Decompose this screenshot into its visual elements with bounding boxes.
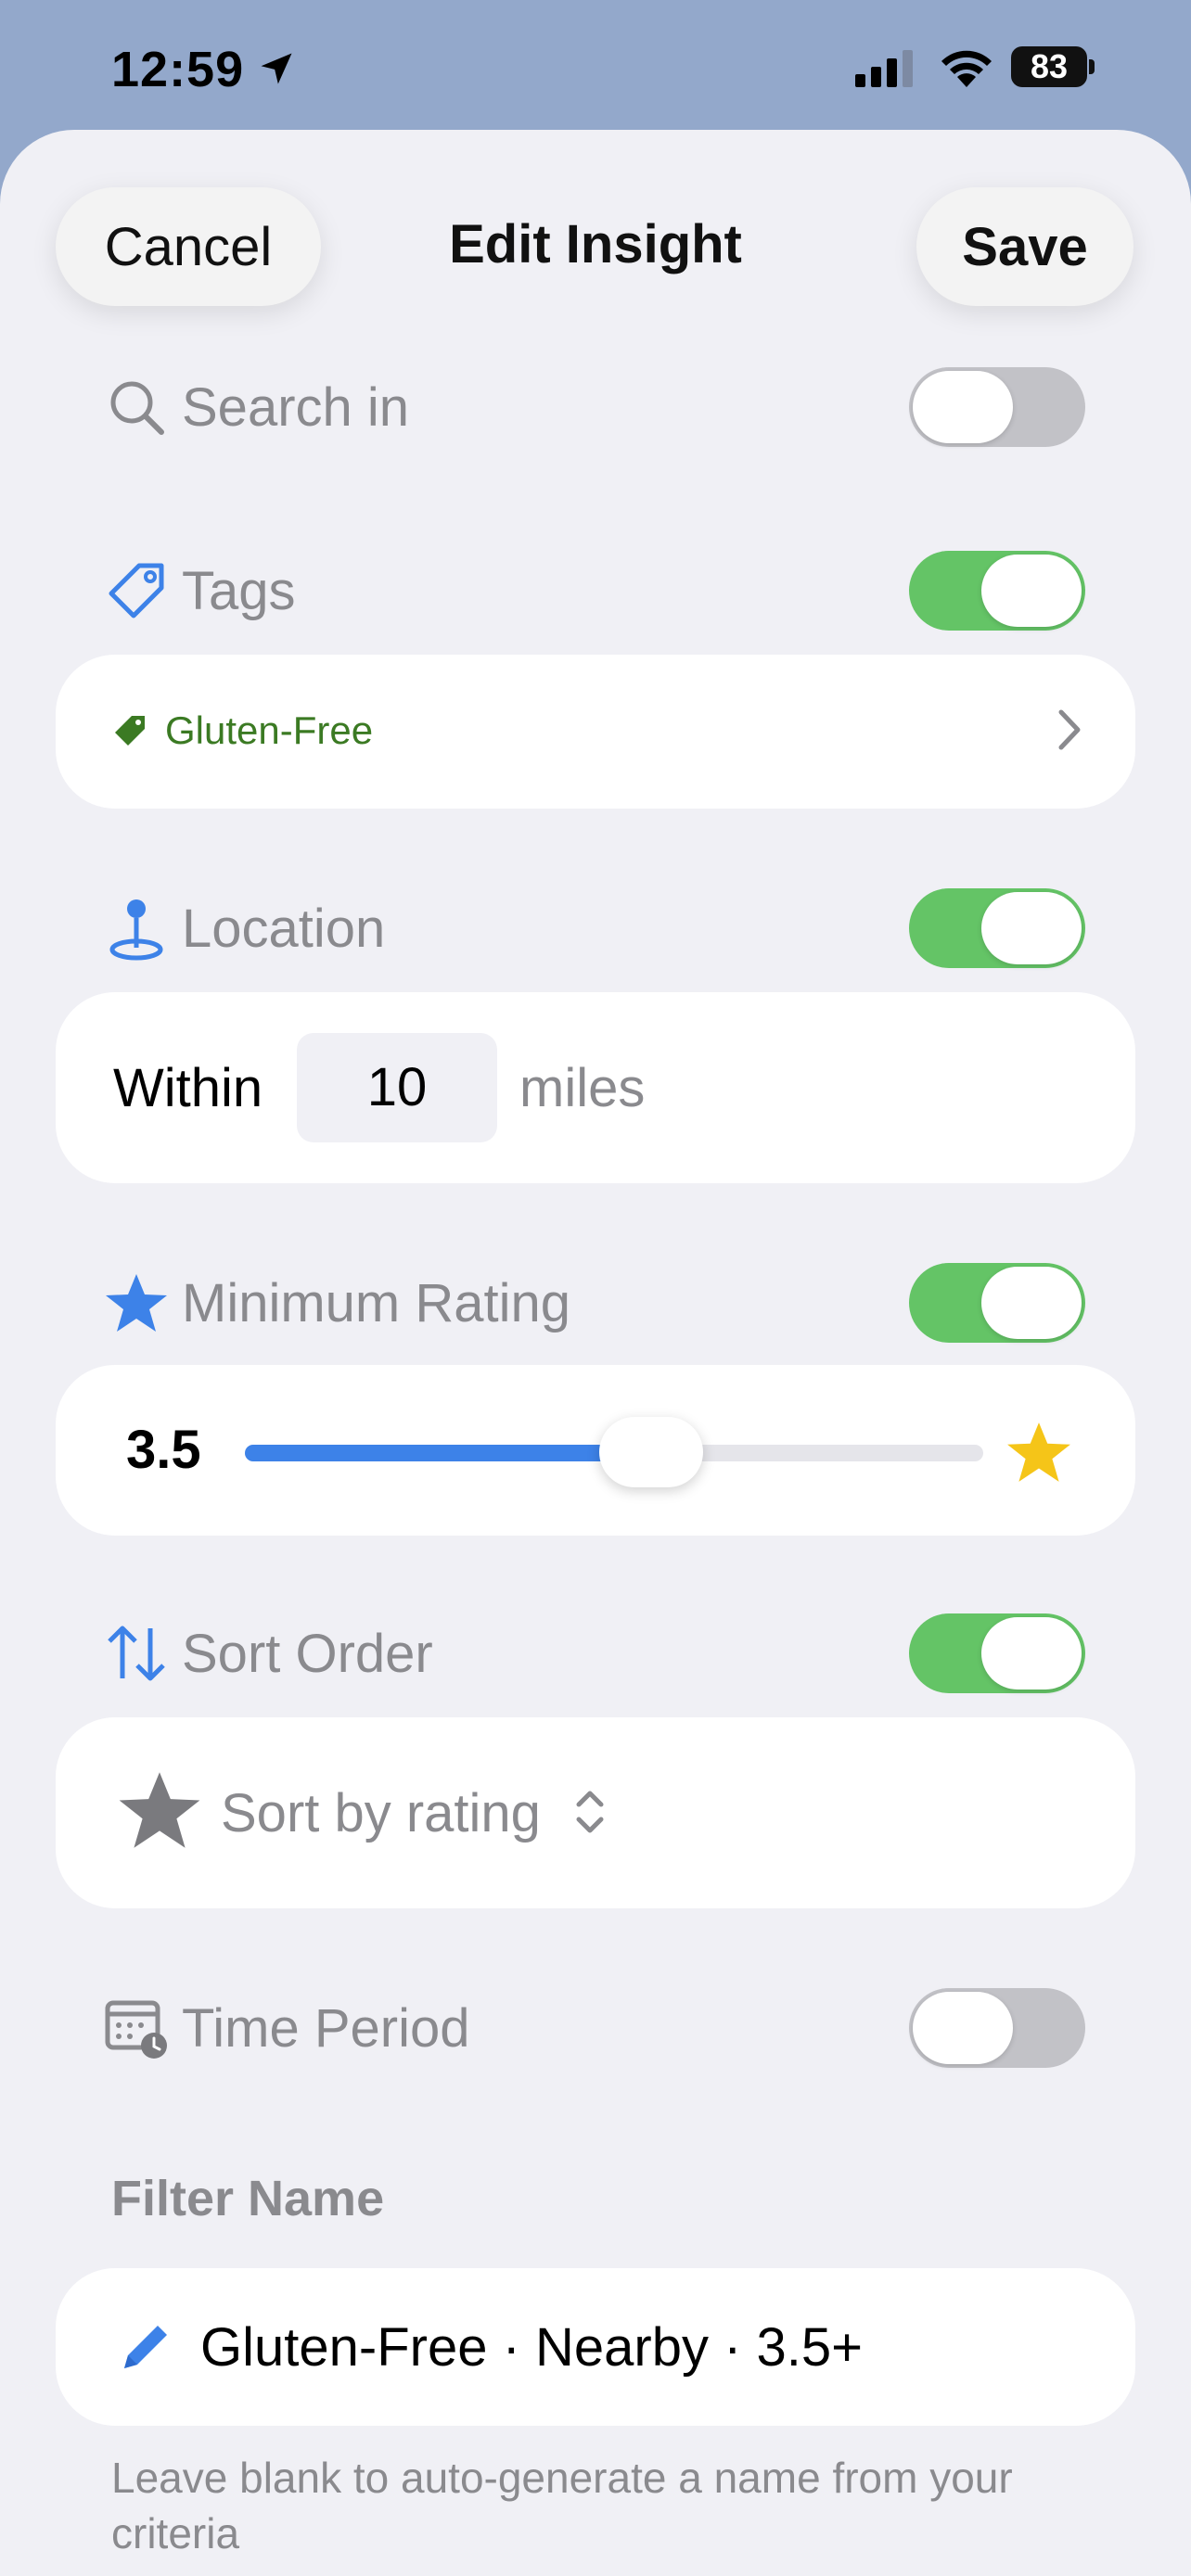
location-arrow-icon [261, 53, 292, 84]
filter-name-heading: Filter Name [111, 2171, 385, 2226]
sort-order-label: Sort Order [182, 1624, 433, 1684]
sort-arrows-icon [108, 1626, 165, 1681]
tags-row: Tags [0, 547, 1191, 631]
chevron-right-icon [1058, 709, 1081, 750]
star-gray-icon [119, 1772, 200, 1848]
location-label: Location [182, 899, 386, 959]
tag-icon [109, 563, 164, 618]
location-row: Location [0, 885, 1191, 968]
rating-card: 3.5 [56, 1365, 1135, 1536]
minimum-rating-row: Minimum Rating [0, 1259, 1191, 1343]
minimum-rating-toggle[interactable] [909, 1263, 1085, 1343]
rating-slider-fill [245, 1445, 651, 1461]
status-time: 12:59 [111, 42, 245, 97]
filter-name-value: Gluten-Free · Nearby · 3.5+ [200, 2317, 864, 2378]
location-pin-icon [109, 899, 163, 961]
status-bar: 12:59 83 [0, 0, 1191, 130]
sort-option-label: Sort by rating [221, 1783, 541, 1843]
time-period-label: Time Period [182, 1998, 470, 2059]
time-period-row: Time Period [0, 1984, 1191, 2068]
rating-value: 3.5 [126, 1420, 201, 1480]
wifi-icon [941, 50, 992, 87]
minimum-rating-label: Minimum Rating [182, 1273, 570, 1333]
tags-label: Tags [182, 561, 296, 621]
search-in-row: Search in [0, 363, 1191, 447]
edit-insight-sheet: Cancel Edit Insight Save Search in Tags … [0, 130, 1191, 2576]
search-in-label: Search in [182, 377, 410, 438]
search-in-toggle[interactable] [909, 367, 1085, 447]
filter-name-field[interactable]: Gluten-Free · Nearby · 3.5+ [56, 2268, 1135, 2426]
distance-field[interactable]: 10 [297, 1033, 497, 1142]
location-card: Within 10 miles [56, 992, 1135, 1183]
battery-level: 83 [1030, 47, 1069, 85]
star-icon [106, 1274, 167, 1332]
search-icon [110, 381, 164, 435]
battery-icon: 83 [1011, 46, 1096, 87]
pencil-icon [124, 2326, 167, 2368]
rating-slider-thumb[interactable] [598, 1417, 703, 1487]
within-label: Within [113, 1058, 263, 1118]
sort-order-toggle[interactable] [909, 1613, 1085, 1693]
save-button[interactable]: Save [916, 187, 1133, 306]
tag-filled-icon [115, 716, 145, 746]
filter-name-hint: Leave blank to auto-generate a name from… [111, 2454, 1013, 2557]
sort-picker[interactable]: Sort by rating [56, 1717, 1135, 1908]
sort-order-row: Sort Order [0, 1610, 1191, 1693]
cellular-signal-icon [855, 50, 913, 87]
location-toggle[interactable] [909, 888, 1085, 968]
unit-label: miles [519, 1058, 646, 1118]
calendar-clock-icon [105, 2000, 167, 2059]
selected-tag-label: Gluten-Free [165, 708, 374, 752]
selected-tag: Gluten-Free [111, 708, 373, 753]
star-filled-icon [1007, 1422, 1070, 1482]
chevron-up-down-icon [576, 1791, 604, 1833]
tag-selector[interactable]: Gluten-Free [56, 655, 1135, 809]
time-period-toggle[interactable] [909, 1988, 1085, 2068]
tags-toggle[interactable] [909, 551, 1085, 631]
